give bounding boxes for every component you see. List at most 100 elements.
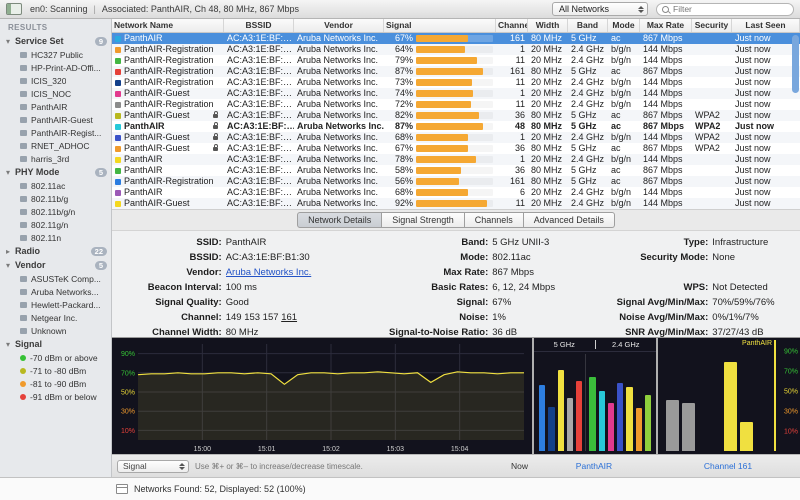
sidebar-item-802-11g-n[interactable]: 802.11g/n bbox=[0, 218, 111, 231]
sidebar-item-802-11b-g-n[interactable]: 802.11b/g/n bbox=[0, 205, 111, 218]
sidebar-group-vendor[interactable]: ▾Vendor5 bbox=[0, 258, 111, 272]
band-cell: 5 GHz bbox=[568, 33, 608, 44]
sidebar-item-hp-print-ad-offi[interactable]: HP-Print-AD-Offi... bbox=[0, 61, 111, 74]
sidebar-group-radio[interactable]: ▸Radio22 bbox=[0, 244, 111, 258]
table-row[interactable]: PanthAIRAC:A3:1E:BF:…Aruba Networks Inc.… bbox=[112, 33, 800, 44]
column-header-mode[interactable]: Mode bbox=[608, 19, 640, 32]
disclosure-triangle-icon[interactable]: ▾ bbox=[6, 168, 15, 177]
table-row[interactable]: PanthAIR-RegistrationAC:A3:1E:BF:…Aruba … bbox=[112, 66, 800, 77]
sidebar-item-802-11ac[interactable]: 802.11ac bbox=[0, 179, 111, 192]
network-scope-dropdown[interactable]: All Networks bbox=[552, 2, 648, 16]
table-row[interactable]: PanthAIR-RegistrationAC:A3:1E:BF:…Aruba … bbox=[112, 77, 800, 88]
mode-cell: ac bbox=[608, 176, 640, 187]
sidebar-item-icis-320[interactable]: ICIS_320 bbox=[0, 74, 111, 87]
table-row[interactable]: PanthAIRAC:A3:1E:BF:…Aruba Networks Inc.… bbox=[112, 187, 800, 198]
table-row[interactable]: PanthAIRAC:A3:1E:BF:…Aruba Networks Inc.… bbox=[112, 165, 800, 176]
table-view-icon[interactable] bbox=[116, 484, 128, 494]
detail-label: Beacon Interval: bbox=[114, 280, 226, 295]
max-rate-cell: 867 Mbps bbox=[640, 33, 692, 44]
sidebar-item-rnet-adhoc[interactable]: RNET_ADHOC bbox=[0, 139, 111, 152]
bssid-cell: AC:A3:1E:BF:… bbox=[224, 55, 294, 66]
signal-history-chart: 90%70%50%30%10%15:0015:0115:0215:0315:04 bbox=[112, 338, 532, 454]
column-header-last-seen[interactable]: Last Seen bbox=[732, 19, 800, 32]
sidebar-item-panthair-guest[interactable]: PanthAIR-Guest bbox=[0, 113, 111, 126]
band-cell: 2.4 GHz bbox=[568, 44, 608, 55]
chart-mode-dropdown[interactable]: Signal bbox=[117, 460, 189, 473]
sidebar-item-netgear-inc[interactable]: Netgear Inc. bbox=[0, 311, 111, 324]
tab-advanced-details[interactable]: Advanced Details bbox=[524, 212, 615, 228]
detail-label: Noise: bbox=[359, 310, 492, 325]
signal-percent: 64% bbox=[387, 44, 413, 55]
disclosure-triangle-icon[interactable]: ▸ bbox=[6, 247, 15, 256]
sidebar-item-harris-3rd[interactable]: harris_3rd bbox=[0, 152, 111, 165]
column-header-security[interactable]: Security bbox=[692, 19, 732, 32]
table-row[interactable]: PanthAIR-GuestAC:A3:1E:BF:…Aruba Network… bbox=[112, 110, 800, 121]
signal-percent: 67% bbox=[387, 143, 413, 154]
column-header-signal[interactable]: Signal bbox=[384, 19, 496, 32]
detail-channel: Channel:149 153 157 161 bbox=[114, 310, 359, 325]
table-row[interactable]: PanthAIRAC:A3:1E:BF:…Aruba Networks Inc.… bbox=[112, 121, 800, 132]
network-color-swatch-icon bbox=[115, 135, 121, 141]
filter-input[interactable] bbox=[673, 4, 788, 14]
sidebar-item-aruba-networks[interactable]: Aruba Networks... bbox=[0, 285, 111, 298]
table-row[interactable]: PanthAIR-RegistrationAC:A3:1E:BF:…Aruba … bbox=[112, 44, 800, 55]
table-row[interactable]: PanthAIR-GuestAC:A3:1E:BF:…Aruba Network… bbox=[112, 143, 800, 154]
sidebar-group-phy-mode[interactable]: ▾PHY Mode5 bbox=[0, 165, 111, 179]
sidebar-item-71-to-80-dbm[interactable]: -71 to -80 dBm bbox=[0, 364, 111, 377]
network-icon bbox=[20, 328, 27, 334]
table-row[interactable]: PanthAIRAC:A3:1E:BF:…Aruba Networks Inc.… bbox=[112, 154, 800, 165]
disclosure-triangle-icon[interactable]: ▾ bbox=[6, 37, 15, 46]
column-header-network-name[interactable]: Network Name bbox=[112, 19, 224, 32]
disclosure-triangle-icon[interactable]: ▾ bbox=[6, 261, 15, 270]
table-row[interactable]: PanthAIR-GuestAC:A3:1E:BF:…Aruba Network… bbox=[112, 132, 800, 143]
column-header-channel[interactable]: Channel bbox=[496, 19, 528, 32]
table-row[interactable]: PanthAIR-GuestAC:A3:1E:BF:…Aruba Network… bbox=[112, 198, 800, 209]
sidebar-item-91-dbm-or-below[interactable]: -91 dBm or below bbox=[0, 390, 111, 403]
sidebar-item-hewlett-packard[interactable]: Hewlett-Packard... bbox=[0, 298, 111, 311]
sidebar-item-81-to-90-dbm[interactable]: -81 to -90 dBm bbox=[0, 377, 111, 390]
tab-channels[interactable]: Channels bbox=[465, 212, 524, 228]
column-header-band[interactable]: Band bbox=[568, 19, 608, 32]
table-row[interactable]: PanthAIR-RegistrationAC:A3:1E:BF:…Aruba … bbox=[112, 99, 800, 110]
column-header-bssid[interactable]: BSSID bbox=[224, 19, 294, 32]
table-scrollbar[interactable] bbox=[791, 33, 799, 209]
detail-value: 70%/59%/76% bbox=[712, 295, 794, 310]
sidebar-item-asustek-comp[interactable]: ASUSTeK Comp... bbox=[0, 272, 111, 285]
signal-bar-fill bbox=[416, 189, 468, 196]
sidebar-item-icis-noc[interactable]: ICIS_NOC bbox=[0, 87, 111, 100]
column-header-vendor[interactable]: Vendor bbox=[294, 19, 384, 32]
table-row[interactable]: PanthAIR-RegistrationAC:A3:1E:BF:…Aruba … bbox=[112, 176, 800, 187]
sidebar-item-unknown[interactable]: Unknown bbox=[0, 324, 111, 337]
detail-basic-rates: Basic Rates:6, 12, 24 Mbps bbox=[359, 280, 590, 295]
column-header-max-rate[interactable]: Max Rate bbox=[640, 19, 692, 32]
band-cell: 5 GHz bbox=[568, 110, 608, 121]
signal-bar-track bbox=[416, 90, 493, 97]
table-row[interactable]: PanthAIR-RegistrationAC:A3:1E:BF:…Aruba … bbox=[112, 55, 800, 66]
sidebar-item-70-dbm-or-above[interactable]: -70 dBm or above bbox=[0, 351, 111, 364]
signal-cell: 67% bbox=[384, 33, 496, 44]
scrollbar-thumb[interactable] bbox=[792, 35, 799, 93]
sidebar-item-hc327-public[interactable]: HC327 Public bbox=[0, 48, 111, 61]
sidebar: RESULTS ▾Service Set9HC327 PublicHP-Prin… bbox=[0, 19, 112, 477]
band-cell: 2.4 GHz bbox=[568, 55, 608, 66]
disclosure-triangle-icon[interactable]: ▾ bbox=[6, 340, 15, 349]
sidebar-item-panthair-regist[interactable]: PanthAIR-Regist... bbox=[0, 126, 111, 139]
sidebar-toggle-icon[interactable] bbox=[6, 3, 22, 15]
spectrum-bar bbox=[576, 381, 582, 451]
detail-label: SSID: bbox=[114, 235, 226, 250]
sidebar-item-panthair[interactable]: PanthAIR bbox=[0, 100, 111, 113]
tab-network-details[interactable]: Network Details bbox=[297, 212, 382, 228]
tab-signal-strength[interactable]: Signal Strength bbox=[382, 212, 465, 228]
sidebar-item-802-11n[interactable]: 802.11n bbox=[0, 231, 111, 244]
vendor-link[interactable]: Aruba Networks Inc. bbox=[226, 267, 312, 278]
table-row[interactable]: PanthAIR-GuestAC:A3:1E:BF:…Aruba Network… bbox=[112, 88, 800, 99]
signal-bar-track bbox=[416, 145, 493, 152]
sidebar-group-signal[interactable]: ▾Signal bbox=[0, 337, 111, 351]
sidebar-group-service-set[interactable]: ▾Service Set9 bbox=[0, 34, 111, 48]
sidebar-item-802-11b-g[interactable]: 802.11b/g bbox=[0, 192, 111, 205]
detail-value: 37/27/43 dB bbox=[712, 325, 794, 337]
band-cell: 5 GHz bbox=[568, 143, 608, 154]
bssid-cell: AC:A3:1E:BF:… bbox=[224, 132, 294, 143]
filter-field[interactable] bbox=[656, 3, 794, 16]
column-header-width[interactable]: Width bbox=[528, 19, 568, 32]
